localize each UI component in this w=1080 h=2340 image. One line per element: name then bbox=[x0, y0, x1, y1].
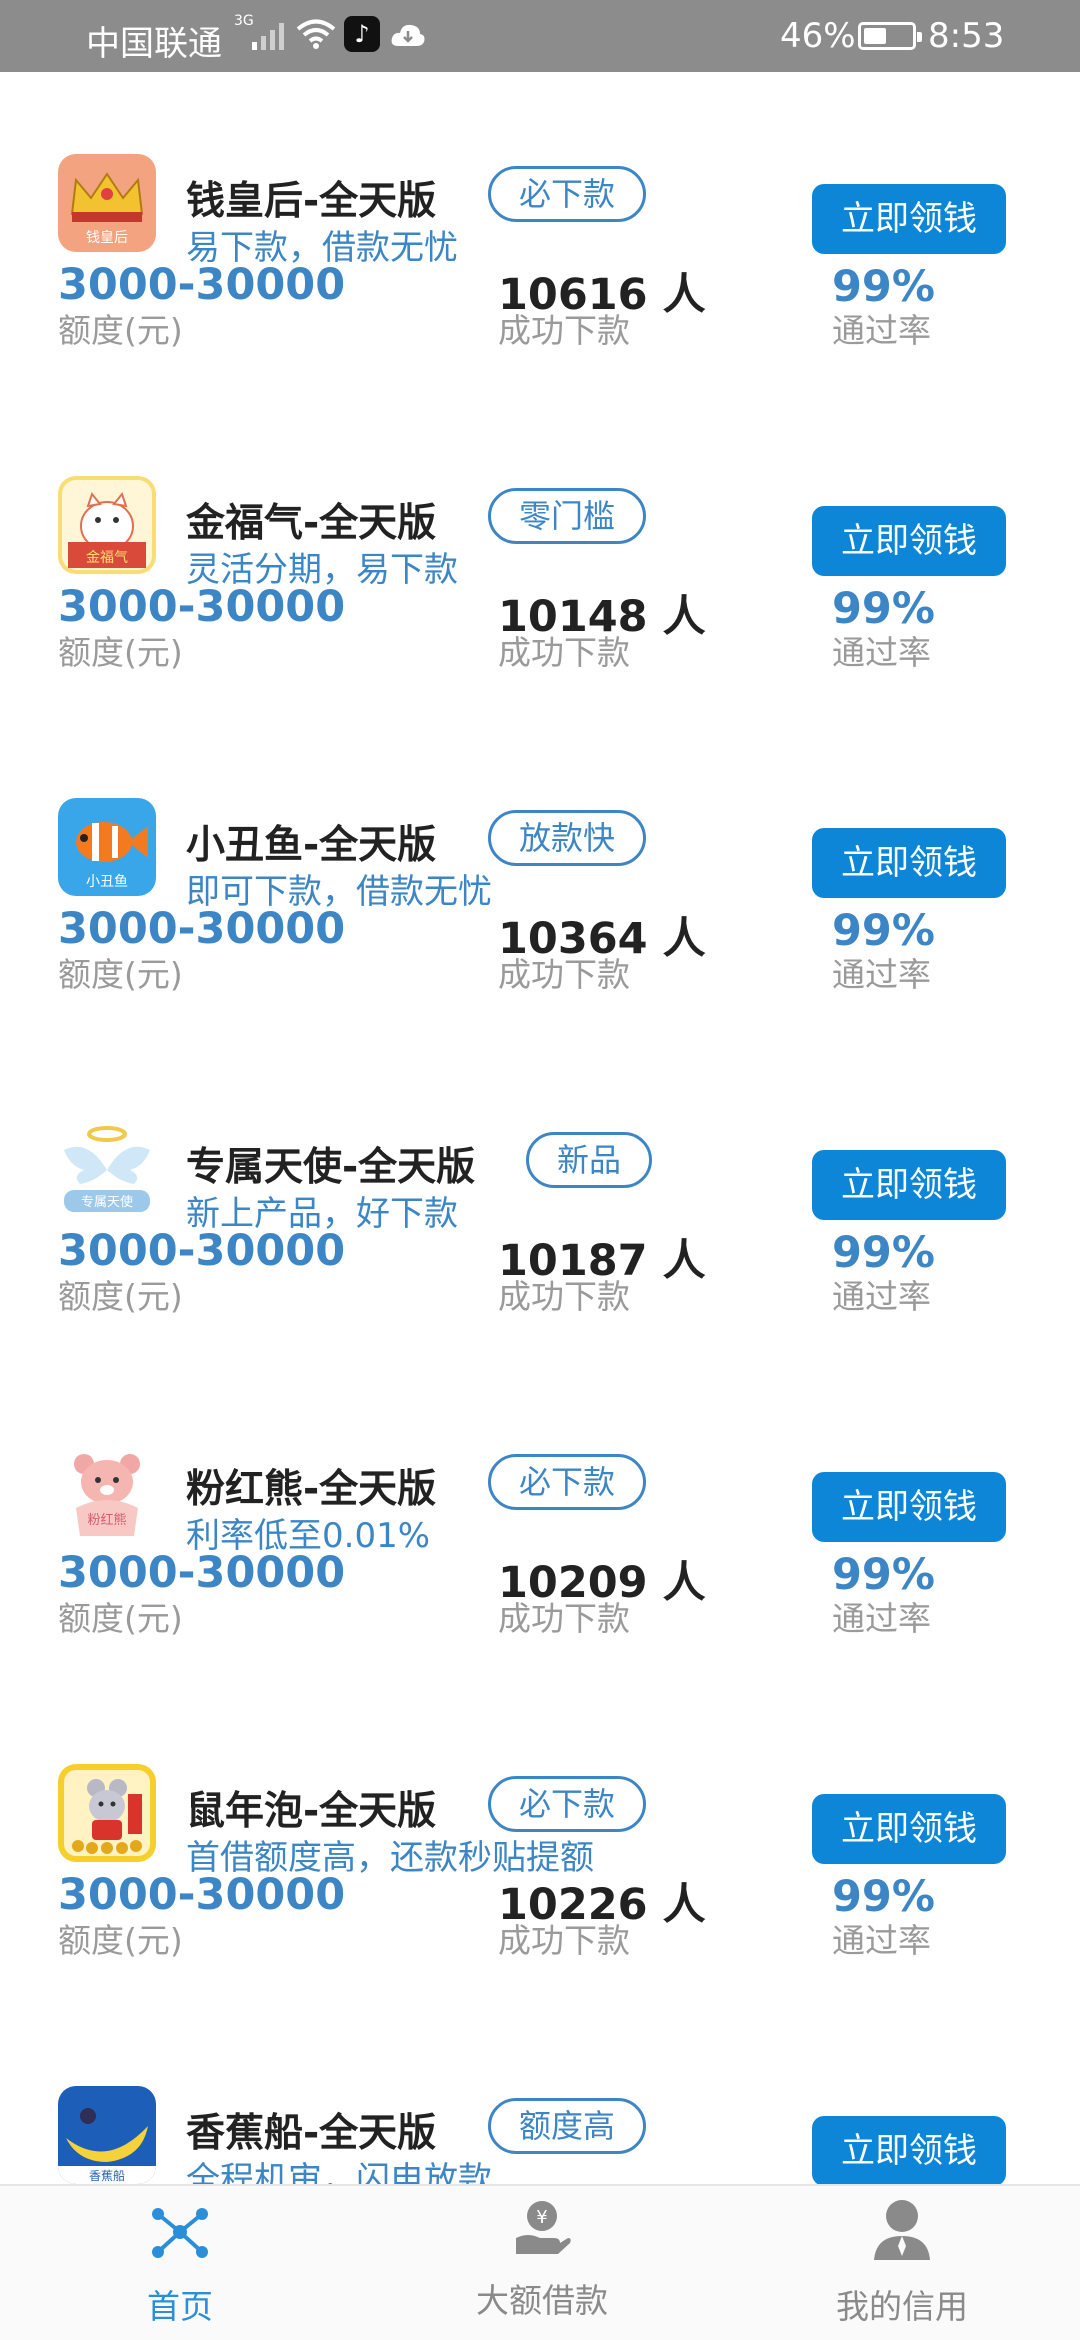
tiktok-icon: ♪ bbox=[344, 16, 380, 52]
amount-range: 3000-30000 bbox=[58, 1870, 346, 1920]
pass-rate-label: 通过率 bbox=[832, 1277, 931, 1316]
product-slogan: 全程机审，闪电放款 bbox=[186, 2160, 492, 2184]
bottom-nav: 首页 ¥ 大额借款 我的信用 bbox=[0, 2184, 1080, 2340]
product-tag: 零门槛 bbox=[488, 488, 647, 544]
pass-rate-label: 通过率 bbox=[832, 1599, 931, 1638]
amount-label: 额度(元) bbox=[58, 1921, 183, 1960]
svg-text:¥: ¥ bbox=[536, 2207, 547, 2228]
success-label: 成功下款 bbox=[498, 633, 630, 672]
pass-rate-label: 通过率 bbox=[832, 1921, 931, 1960]
amount-label: 额度(元) bbox=[58, 1277, 183, 1316]
banana-boat-icon: 香蕉船 bbox=[58, 2086, 156, 2184]
success-label: 成功下款 bbox=[498, 311, 630, 350]
product-name: 专属天使-全天版 bbox=[186, 1145, 476, 1190]
battery-percent: 46% bbox=[780, 16, 856, 56]
product-name: 钱皇后-全天版 bbox=[186, 179, 437, 224]
hand-yuan-icon: ¥ bbox=[516, 2201, 571, 2254]
svg-text:钱皇后: 钱皇后 bbox=[86, 230, 128, 246]
product-tag: 必下款 bbox=[488, 166, 647, 222]
product-card[interactable]: 鼠年泡-全天版 必下款 首借额度高，还款秒贴提额 立即领钱 3000-30000… bbox=[0, 1682, 1080, 2004]
person-icon bbox=[874, 2200, 930, 2260]
claim-money-button[interactable]: 立即领钱 bbox=[812, 184, 1006, 254]
pass-rate-label: 通过率 bbox=[832, 955, 931, 994]
svg-text:粉红熊: 粉红熊 bbox=[87, 1512, 126, 1528]
product-name: 金福气-全天版 bbox=[186, 501, 437, 546]
product-card[interactable]: 钱皇后 钱皇后-全天版 必下款 易下款，借款无忧 立即领钱 3000-30000… bbox=[0, 72, 1080, 394]
amount-range: 3000-30000 bbox=[58, 1226, 346, 1276]
nav-item-home[interactable]: 首页 bbox=[0, 2186, 360, 2340]
amount-label: 额度(元) bbox=[58, 633, 183, 672]
claim-money-button[interactable]: 立即领钱 bbox=[812, 506, 1006, 576]
product-tag: 放款快 bbox=[488, 810, 647, 866]
battery-icon bbox=[858, 22, 922, 50]
success-label: 成功下款 bbox=[498, 1599, 630, 1638]
product-name: 粉红熊-全天版 bbox=[186, 1467, 437, 1512]
claim-money-button[interactable]: 立即领钱 bbox=[812, 828, 1006, 898]
product-tag: 必下款 bbox=[488, 1454, 647, 1510]
mouse-coins-icon bbox=[58, 1764, 156, 1862]
success-label: 成功下款 bbox=[498, 1921, 630, 1960]
product-card[interactable]: 专属天使 专属天使-全天版 新品 新上产品，好下款 立即领钱 3000-3000… bbox=[0, 1038, 1080, 1360]
claim-money-button[interactable]: 立即领钱 bbox=[812, 1472, 1006, 1542]
amount-label: 额度(元) bbox=[58, 311, 183, 350]
clock: 8:53 bbox=[928, 16, 1005, 56]
nav-label: 我的信用 bbox=[836, 2287, 968, 2326]
product-card[interactable]: 粉红熊 粉红熊-全天版 必下款 利率低至0.01% 立即领钱 3000-3000… bbox=[0, 1360, 1080, 1682]
amount-range: 3000-30000 bbox=[58, 904, 346, 954]
product-tag: 新品 bbox=[526, 1132, 653, 1188]
product-name: 小丑鱼-全天版 bbox=[186, 823, 437, 868]
claim-money-button[interactable]: 立即领钱 bbox=[812, 2116, 1006, 2184]
product-card[interactable]: 香蕉船 香蕉船-全天版 额度高 全程机审，闪电放款 立即领钱 bbox=[0, 2004, 1080, 2184]
amount-range: 3000-30000 bbox=[58, 582, 346, 632]
pass-rate-label: 通过率 bbox=[832, 311, 931, 350]
amount-label: 额度(元) bbox=[58, 1599, 183, 1638]
svg-text:香蕉船: 香蕉船 bbox=[89, 2169, 125, 2183]
amount-label: 额度(元) bbox=[58, 955, 183, 994]
success-label: 成功下款 bbox=[498, 955, 630, 994]
molecule-icon bbox=[152, 2208, 208, 2258]
pass-rate-label: 通过率 bbox=[832, 633, 931, 672]
success-label: 成功下款 bbox=[498, 1277, 630, 1316]
carrier-name: 中国联通 bbox=[86, 24, 222, 64]
claim-money-button[interactable]: 立即领钱 bbox=[812, 1150, 1006, 1220]
product-card[interactable]: 小丑鱼 小丑鱼-全天版 放款快 即可下款，借款无忧 立即领钱 3000-3000… bbox=[0, 716, 1080, 1038]
nav-item-my-credit[interactable]: 我的信用 bbox=[722, 2186, 1080, 2340]
nav-label: 首页 bbox=[147, 2287, 213, 2326]
product-list[interactable]: 钱皇后 钱皇后-全天版 必下款 易下款，借款无忧 立即领钱 3000-30000… bbox=[0, 72, 1080, 2184]
nav-item-big-loan[interactable]: ¥ 大额借款 bbox=[362, 2186, 722, 2340]
product-name: 香蕉船-全天版 bbox=[186, 2111, 437, 2156]
amount-range: 3000-30000 bbox=[58, 1548, 346, 1598]
product-card[interactable]: 金福气 金福气-全天版 零门槛 灵活分期，易下款 立即领钱 3000-30000… bbox=[0, 394, 1080, 716]
pink-bear-icon: 粉红熊 bbox=[58, 1442, 156, 1540]
product-name: 鼠年泡-全天版 bbox=[186, 1789, 437, 1834]
signal-icon bbox=[252, 23, 284, 50]
amount-range: 3000-30000 bbox=[58, 260, 346, 310]
product-tag: 必下款 bbox=[488, 1776, 647, 1832]
product-tag: 额度高 bbox=[488, 2098, 647, 2154]
crown-icon: 钱皇后 bbox=[58, 154, 156, 252]
cloud-icon bbox=[391, 24, 425, 46]
svg-text:专属天使: 专属天使 bbox=[81, 1194, 133, 1210]
wifi-icon bbox=[296, 19, 336, 49]
svg-text:金福气: 金福气 bbox=[86, 550, 128, 566]
svg-text:小丑鱼: 小丑鱼 bbox=[86, 873, 128, 890]
nav-label: 大额借款 bbox=[476, 2281, 608, 2320]
clownfish-icon: 小丑鱼 bbox=[58, 798, 156, 896]
lucky-cat-icon: 金福气 bbox=[58, 476, 156, 574]
status-bar: 中国联通 3G ♪ 46% 8:53 bbox=[0, 0, 1080, 72]
angel-wings-icon: 专属天使 bbox=[58, 1120, 156, 1218]
claim-money-button[interactable]: 立即领钱 bbox=[812, 1794, 1006, 1864]
